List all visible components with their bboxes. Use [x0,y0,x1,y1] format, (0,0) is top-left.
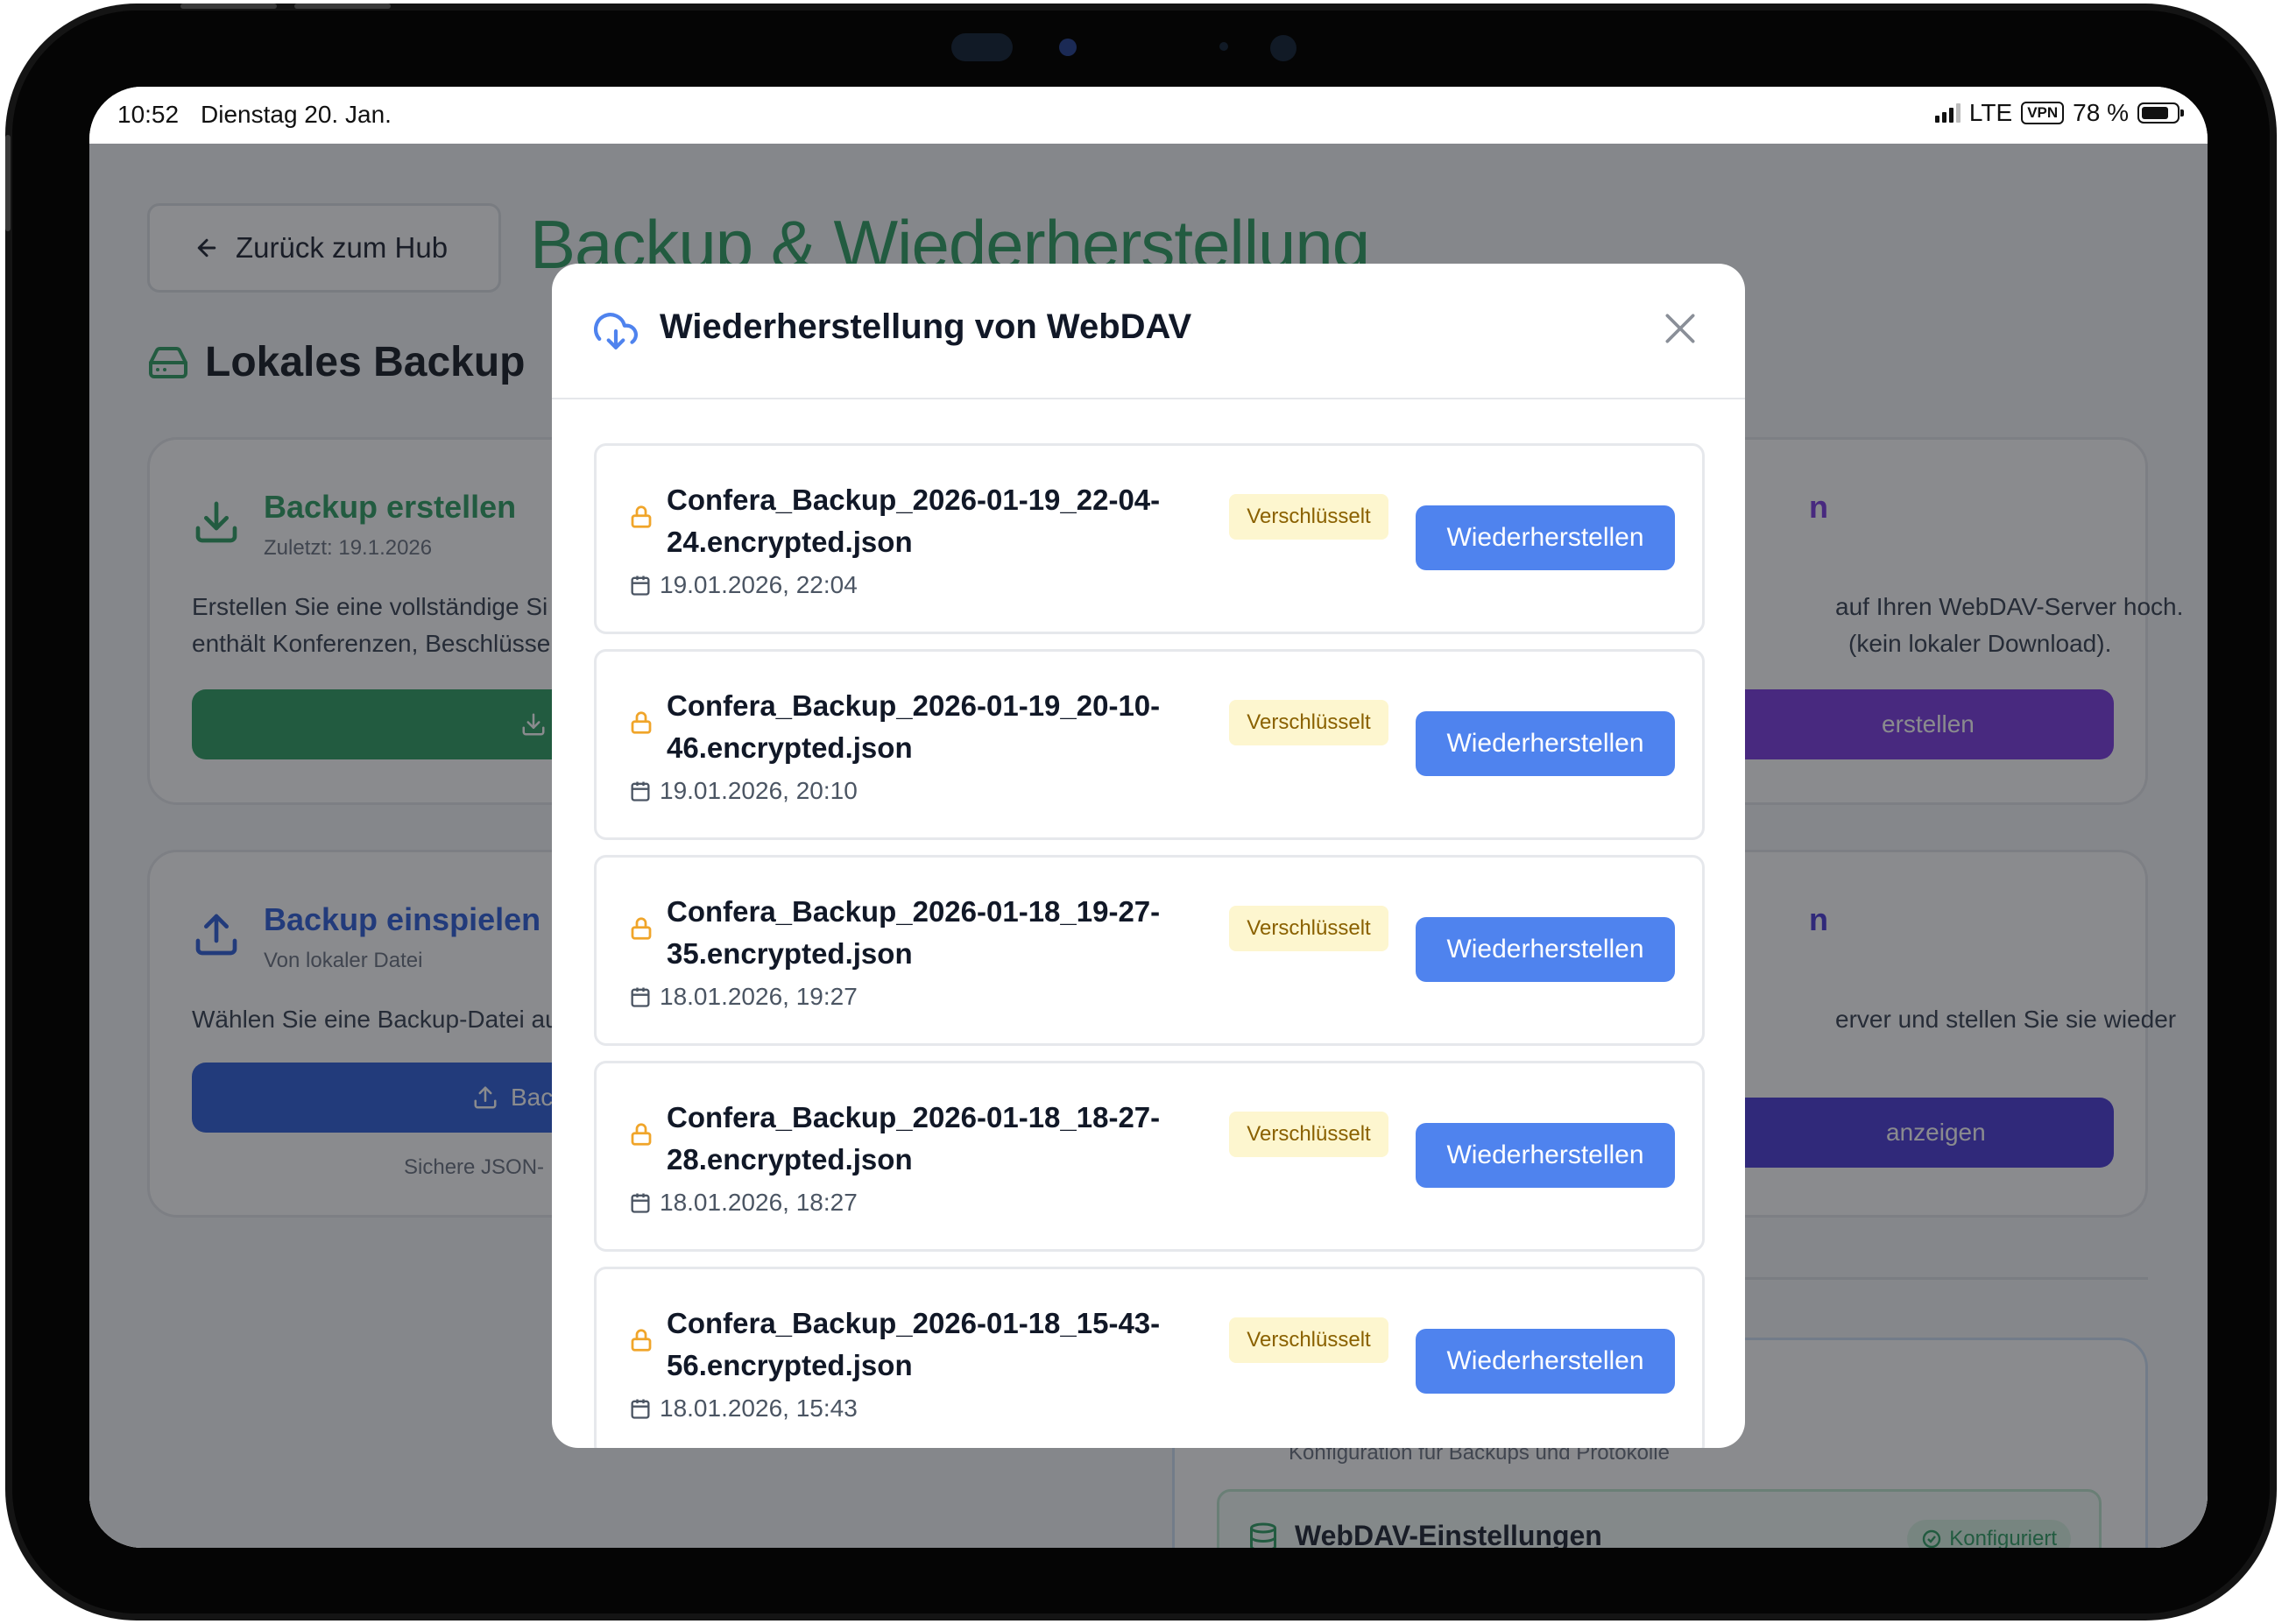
backup-date-row: 18.01.2026, 15:43 [628,1395,858,1423]
restore-button[interactable]: Wiederherstellen [1416,711,1675,776]
webdav-restore-modal: Wiederherstellung von WebDAV Confera_Bac… [552,264,1745,1448]
lock-icon [631,505,652,528]
backup-filename: Confera_Backup_2026-01-18_18-27-28.encry… [667,1101,1161,1176]
backup-filename: Confera_Backup_2026-01-19_22-04-24.encry… [667,484,1161,558]
backup-date-row: 19.01.2026, 22:04 [628,571,858,599]
encrypted-badge: Verschlüsselt [1229,494,1388,540]
backup-list-item: Confera_Backup_2026-01-18_15-43-56.encry… [594,1267,1705,1448]
restore-button[interactable]: Wiederherstellen [1416,1329,1675,1394]
backup-filename: Confera_Backup_2026-01-18_15-43-56.encry… [667,1307,1161,1381]
backup-list-item: Confera_Backup_2026-01-18_18-27-28.encry… [594,1061,1705,1252]
screen: 10:52 Dienstag 20. Jan. LTE VPN 78 % Zur… [89,87,2208,1548]
camera-icon [1059,39,1077,56]
modal-title: Wiederherstellung von WebDAV [660,307,1192,346]
backup-date-row: 18.01.2026, 19:27 [628,983,858,1011]
status-date: Dienstag 20. Jan. [201,101,392,128]
backup-date-row: 18.01.2026, 18:27 [628,1189,858,1217]
volume-button [294,4,391,9]
backup-date: 19.01.2026, 22:04 [660,571,858,598]
status-indicators: LTE VPN 78 % [1934,99,2184,127]
calendar-icon [631,1399,650,1419]
backup-date: 18.01.2026, 15:43 [660,1395,858,1422]
backup-list: Confera_Backup_2026-01-19_22-04-24.encry… [594,443,1705,1448]
encrypted-badge: Verschlüsselt [1229,906,1388,951]
backup-filename: Confera_Backup_2026-01-19_20-10-46.encry… [667,689,1161,764]
restore-button[interactable]: Wiederherstellen [1416,1123,1675,1188]
backup-list-item: Confera_Backup_2026-01-19_20-10-46.encry… [594,649,1705,840]
ipad-frame: 10:52 Dienstag 20. Jan. LTE VPN 78 % Zur… [5,4,2277,1620]
calendar-icon [631,575,650,596]
lock-icon [631,917,652,940]
backup-date: 18.01.2026, 18:27 [660,1189,858,1216]
lock-icon [631,1123,652,1146]
lock-icon [631,1329,652,1352]
encrypted-badge: Verschlüsselt [1229,1112,1388,1157]
camera-bar [951,30,1346,65]
calendar-icon [631,987,650,1007]
backup-date: 18.01.2026, 19:27 [660,983,858,1010]
vpn-badge: VPN [2021,102,2065,124]
cloud-download-icon [594,313,638,350]
signal-icon [1934,103,1961,123]
calendar-icon [631,781,650,801]
backup-date: 19.01.2026, 20:10 [660,777,858,804]
status-bar: 10:52 Dienstag 20. Jan. LTE VPN 78 % [89,87,2208,144]
restore-button[interactable]: Wiederherstellen [1416,505,1675,570]
backup-list-item: Confera_Backup_2026-01-18_19-27-35.encry… [594,855,1705,1046]
backup-list-item: Confera_Backup_2026-01-19_22-04-24.encry… [594,443,1705,634]
restore-button[interactable]: Wiederherstellen [1416,917,1675,982]
backup-date-row: 19.01.2026, 20:10 [628,777,858,805]
backup-filename: Confera_Backup_2026-01-18_19-27-35.encry… [667,895,1161,970]
encrypted-badge: Verschlüsselt [1229,1317,1388,1363]
sensor-icon [1270,35,1296,61]
volume-button [180,4,277,9]
lock-icon [631,711,652,734]
battery-percent: 78 % [2073,99,2129,126]
status-time: 10:52 [117,101,180,128]
battery-icon [2137,102,2184,124]
network-type: LTE [1968,99,2013,126]
sensor-icon [951,33,1013,61]
calendar-icon [631,1193,650,1213]
sensor-icon [1219,42,1228,51]
close-icon[interactable] [1661,309,1699,348]
modal-header: Wiederherstellung von WebDAV [552,264,1745,399]
encrypted-badge: Verschlüsselt [1229,700,1388,745]
power-button [5,135,11,231]
